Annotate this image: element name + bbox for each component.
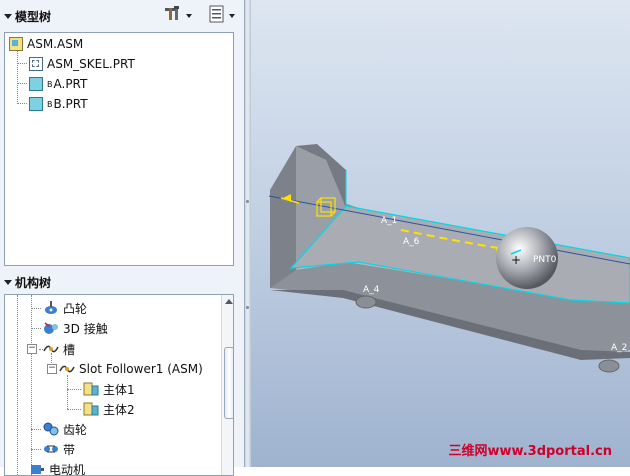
tree-item-asm[interactable]: ASM.ASM <box>9 35 83 53</box>
model-tree: ASM.ASM ASM_SKEL.PRT B A.PRT B B.PRT <box>4 32 234 266</box>
mech-item-body2[interactable]: 主体2 <box>83 400 135 418</box>
tree-item-skel[interactable]: ASM_SKEL.PRT <box>29 55 135 73</box>
mech-item-label: 主体2 <box>103 401 135 418</box>
mech-tree-header[interactable]: 机构树 <box>0 270 244 294</box>
datum-label: PNT0 <box>533 255 557 265</box>
mech-tree: − − 凸轮 3D 接触 槽 Slot Follower1 (ASM) 主体1 … <box>4 294 234 476</box>
mech-item-label: 带 <box>63 441 75 458</box>
collapse-toggle[interactable]: − <box>47 364 57 374</box>
mech-item-label: 电动机 <box>49 461 85 476</box>
model-tree-title: 模型树 <box>15 8 51 25</box>
left-panel: 模型树 ASM.ASM ASM_SKEL.PRT B A.PRT <box>0 0 244 467</box>
tree-item-a-prt[interactable]: B A.PRT <box>29 75 87 93</box>
part-icon <box>29 97 43 111</box>
watermark: 三维网www.3dportal.cn <box>449 440 612 459</box>
belt-icon <box>43 442 59 456</box>
mech-item-belt[interactable]: 带 <box>43 440 75 458</box>
3d-contact-icon <box>43 321 59 335</box>
mech-item-label: 齿轮 <box>63 421 87 438</box>
collapse-toggle[interactable]: − <box>27 344 37 354</box>
slot-follower-icon <box>59 362 75 376</box>
scroll-up-icon[interactable] <box>225 299 233 304</box>
assembly-icon <box>9 37 23 51</box>
model-tree-tools <box>163 5 235 26</box>
tree-item-label: ASM_SKEL.PRT <box>47 57 135 71</box>
datum-label: A_1 <box>381 216 397 226</box>
settings-tools-icon[interactable] <box>163 5 183 26</box>
collapse-arrow-icon[interactable] <box>4 280 12 285</box>
datum-label: A_6 <box>403 237 420 247</box>
mech-item-label: 3D 接触 <box>63 320 108 337</box>
panel-splitter[interactable] <box>244 0 251 467</box>
svg-text:+: + <box>511 253 521 267</box>
mech-item-3d-contact[interactable]: 3D 接触 <box>43 319 108 337</box>
body-icon <box>83 382 99 396</box>
mech-item-body1[interactable]: 主体1 <box>83 380 135 398</box>
collapse-arrow-icon[interactable] <box>4 14 12 19</box>
tree-item-label: A.PRT <box>54 77 88 91</box>
slot-icon <box>43 342 59 356</box>
mech-tree-title: 机构树 <box>15 274 51 291</box>
gear-icon <box>43 422 59 436</box>
mech-tree-scrollbar[interactable] <box>221 295 234 475</box>
part-icon <box>29 77 43 91</box>
part-tag: B <box>47 100 53 109</box>
mech-item-slot-follower[interactable]: Slot Follower1 (ASM) <box>59 360 203 378</box>
mech-item-motor[interactable]: 电动机 <box>29 460 85 476</box>
graphics-viewport[interactable]: + A_1 A_6 A_4 PNT0 A_2 三维网www.3dportal.c… <box>251 0 630 467</box>
mech-item-gear[interactable]: 齿轮 <box>43 420 87 438</box>
mech-item-cam[interactable]: 凸轮 <box>43 299 87 317</box>
part-tag: B <box>47 80 53 89</box>
show-filter-icon[interactable] <box>208 5 226 26</box>
chevron-down-icon[interactable] <box>229 14 235 18</box>
cam-icon <box>43 301 59 315</box>
mech-item-label: 主体1 <box>103 381 135 398</box>
datum-label: A_4 <box>363 285 380 295</box>
body-icon <box>83 402 99 416</box>
scrollbar-thumb[interactable] <box>224 347 234 419</box>
tree-item-label: B.PRT <box>54 97 88 111</box>
motor-icon <box>29 462 45 476</box>
tree-item-b-prt[interactable]: B B.PRT <box>29 95 88 113</box>
mech-item-label: 槽 <box>63 341 75 358</box>
mech-item-label: 凸轮 <box>63 300 87 317</box>
tree-item-label: ASM.ASM <box>27 37 83 51</box>
mech-item-label: Slot Follower1 (ASM) <box>79 362 203 376</box>
datum-label: A_2 <box>611 343 627 353</box>
mech-item-slot[interactable]: 槽 <box>43 340 75 358</box>
chevron-down-icon[interactable] <box>186 14 192 18</box>
skeleton-part-icon <box>29 57 43 71</box>
